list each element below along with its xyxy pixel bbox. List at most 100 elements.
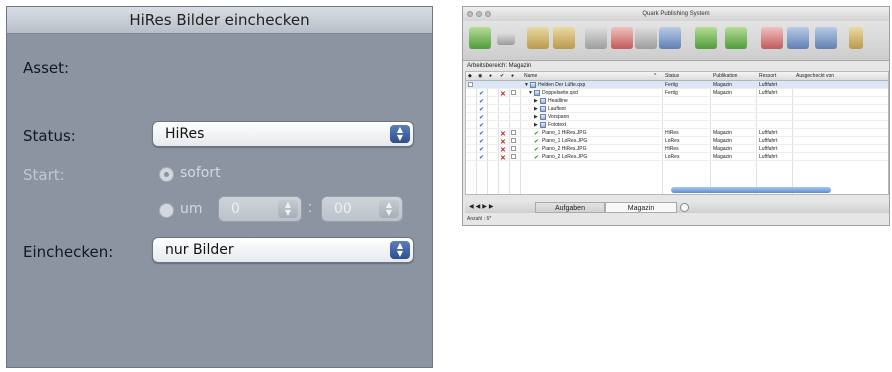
disclosure-icon[interactable]: ▶ <box>534 114 538 120</box>
row-name: Piano_1 HiRes.JPG <box>542 130 587 136</box>
row-box[interactable] <box>511 130 516 135</box>
radio-now[interactable] <box>159 167 174 182</box>
abort-checkout-icon[interactable] <box>761 27 783 49</box>
row-publication: Magazin <box>713 90 732 96</box>
tab-magazin[interactable]: Magazin <box>605 202 677 213</box>
row-section: Luftfahrt <box>759 82 778 88</box>
radio-at[interactable] <box>159 203 174 218</box>
query-icon[interactable] <box>553 27 575 49</box>
row-status: HiRes <box>665 130 679 136</box>
zoom-button[interactable] <box>485 11 491 17</box>
col-section[interactable]: Ressort <box>759 73 776 79</box>
window-titlebar: Quark Publishing System <box>463 7 889 21</box>
checkin-state-icon: ✔ <box>479 155 485 161</box>
row-status: LoRes <box>665 154 680 160</box>
col-lock-state-icon[interactable]: ● <box>489 73 492 79</box>
table-row[interactable]: ✔ ▶ Fototext <box>466 121 888 129</box>
row-status: LoRes <box>665 138 680 144</box>
row-box[interactable] <box>511 138 516 143</box>
col-publication[interactable]: Publikation <box>713 73 737 79</box>
table-row[interactable]: ✔ ✕ ✔ Piano_2 HiRes.JPG HiRes Magazin Lu… <box>466 145 888 154</box>
col-status[interactable]: Status <box>665 73 679 79</box>
col-lock-icon[interactable]: ◆ <box>468 73 472 79</box>
col-checked-out-by[interactable]: Ausgecheckt von <box>796 73 834 79</box>
new-document-icon[interactable] <box>469 27 491 49</box>
row-publication: Magazin <box>713 146 732 152</box>
text-box-icon <box>540 114 546 120</box>
checkin-state-icon: ✔ <box>479 91 485 97</box>
close-button[interactable] <box>467 11 473 17</box>
delete-icon[interactable] <box>611 27 633 49</box>
checkin-state-icon: ✔ <box>479 99 485 105</box>
publishing-window: Quark Publishing System Arbeitsbereich: … <box>462 6 890 226</box>
search-icon[interactable] <box>527 27 549 49</box>
table-row[interactable]: ✔ ✕ ✔ Piano_2 LoRes.JPG LoRes Magazin Lu… <box>466 153 888 162</box>
window-controls <box>467 11 491 17</box>
row-box[interactable] <box>511 90 516 95</box>
table-row[interactable]: ✔ ▶ Lauftext <box>466 105 888 113</box>
status-count: Anzahl : 6* <box>467 216 492 222</box>
disclosure-icon[interactable]: ▼ <box>528 90 533 96</box>
tab-aufgaben[interactable]: Aufgaben <box>535 202 605 213</box>
row-name: Piano_2 LoRes.JPG <box>542 154 588 160</box>
table-row[interactable]: ✔ ▶ Headline <box>466 97 888 105</box>
checkin-state-icon: ✔ <box>479 107 485 113</box>
table-row[interactable]: ▼ Helden Der Lüfte.qxp Fertig Magazin Lu… <box>466 81 888 89</box>
col-name[interactable]: Name <box>524 73 537 79</box>
layout-file-icon <box>530 82 536 88</box>
disclosure-icon[interactable]: ▶ <box>534 98 538 104</box>
locked-x-icon: ✕ <box>500 155 506 162</box>
assign-icon[interactable] <box>585 27 607 49</box>
row-name: Helden Der Lüfte.qxp <box>538 82 586 88</box>
image-file-icon: ✔ <box>534 147 540 153</box>
minute-value: 00 <box>334 201 352 217</box>
minimize-button[interactable] <box>476 11 482 17</box>
col-flag-icon[interactable]: ● <box>511 73 514 79</box>
preview-icon[interactable] <box>659 27 681 49</box>
image-file-icon: ✔ <box>534 155 540 161</box>
asset-table: ◆ ◉ ● ✔ ● Name ^ Status Publikation Ress… <box>465 71 889 195</box>
disclosure-icon[interactable]: ▼ <box>524 82 529 88</box>
checkin-select[interactable]: nur Bilder ▲ ▼ <box>152 237 414 263</box>
row-box[interactable] <box>468 82 473 87</box>
window-title: Quark Publishing System <box>642 11 710 17</box>
duplicate-icon[interactable] <box>635 27 657 49</box>
row-name: Doppelseite.qxd <box>542 90 578 96</box>
toolbar <box>463 21 889 61</box>
row-name: Piano_2 HiRes.JPG <box>542 146 587 152</box>
row-name: Fototext <box>548 122 567 128</box>
table-row[interactable]: ✔ ✕ ✔ Piano_1 LoRes.JPG LoRes Magazin Lu… <box>466 137 888 146</box>
text-box-icon <box>540 122 546 128</box>
col-type-icon[interactable]: ◉ <box>478 73 482 79</box>
table-row[interactable]: ✔ ✕ ✔ Piano_1 HiRes.JPG HiRes Magazin Lu… <box>466 129 888 138</box>
hour-stepper[interactable]: 0 ▲ ▼ <box>218 196 302 222</box>
row-box[interactable] <box>511 154 516 159</box>
table-row[interactable]: ✔ ▶ Vorspann <box>466 113 888 121</box>
horizontal-scrollbar[interactable] <box>671 187 831 193</box>
tab-bar: ◀◀▶▶ Aufgaben Magazin <box>465 202 889 213</box>
tab-navigation-arrows[interactable]: ◀◀▶▶ <box>469 203 495 210</box>
minute-stepper[interactable]: 00 ▲ ▼ <box>321 196 403 222</box>
status-select[interactable]: HiRes ▲ ▼ <box>152 121 414 147</box>
disclosure-icon[interactable]: ▶ <box>534 106 538 112</box>
download-icon[interactable] <box>787 27 809 49</box>
upload-icon[interactable] <box>815 27 837 49</box>
sort-icon[interactable]: ^ <box>654 73 656 79</box>
row-name: Vorspann <box>548 114 570 120</box>
chevron-updown-icon: ▲ ▼ <box>390 241 410 259</box>
row-box[interactable] <box>511 146 516 151</box>
table-row[interactable]: ✔ ✕ ▼ Doppelseite.qxd Fertig Magazin Luf… <box>466 89 888 98</box>
row-publication: Magazin <box>713 138 732 144</box>
time-separator: : <box>308 199 313 216</box>
add-tab-icon[interactable] <box>680 203 689 212</box>
disclosure-icon[interactable]: ▶ <box>534 122 538 128</box>
status-select-value: HiRes <box>165 126 205 142</box>
checkin-select-value: nur Bilder <box>165 242 234 258</box>
col-checked-icon[interactable]: ✔ <box>500 73 504 79</box>
checkout-icon[interactable] <box>725 27 747 49</box>
view-toggle-icon[interactable] <box>497 33 515 45</box>
more-icon[interactable] <box>849 27 863 49</box>
checkin-icon[interactable] <box>695 27 717 49</box>
document-file-icon <box>534 90 540 96</box>
chevron-updown-icon: ▲ ▼ <box>379 200 399 218</box>
